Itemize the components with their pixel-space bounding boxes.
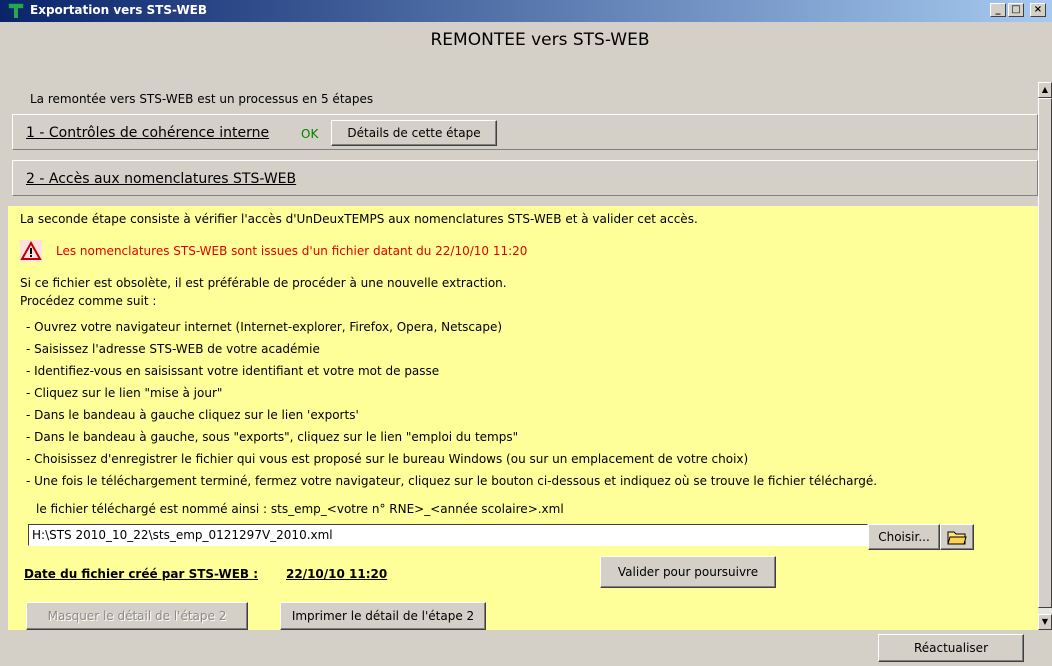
intro-text: La remontée vers STS-WEB est un processu… (30, 92, 374, 106)
procedure-heading: Procédez comme suit : (20, 294, 157, 308)
instruction-item: - Saisissez l'adresse STS-WEB de votre a… (26, 342, 320, 356)
description-text: La seconde étape consiste à vérifier l'a… (20, 212, 698, 226)
open-folder-button[interactable] (940, 524, 974, 550)
instruction-item: - Une fois le téléchargement terminé, fe… (26, 474, 878, 488)
validate-button[interactable]: Valider pour poursuivre (600, 556, 776, 588)
step1-label[interactable]: 1 - Contrôles de cohérence interne (26, 125, 269, 141)
instruction-item: - Ouvrez votre navigateur internet (Inte… (26, 320, 503, 334)
warning-icon (20, 240, 42, 262)
window-title: Exportation vers STS-WEB (30, 3, 208, 17)
folder-icon (947, 531, 967, 545)
step1-header[interactable]: 1 - Contrôles de cohérence interne OK Dé… (12, 114, 1038, 150)
scroll-down-icon[interactable]: ▼ (1038, 614, 1052, 630)
instruction-item: - Dans le bandeau à gauche cliquez sur l… (26, 408, 359, 422)
step1-status: OK (301, 127, 319, 141)
scrollbar-thumb[interactable] (1038, 98, 1052, 608)
step1-details-button[interactable]: Détails de cette étape (331, 120, 497, 146)
minimize-button[interactable]: _ (990, 3, 1006, 17)
warning-message: Les nomenclatures STS-WEB sont issues d'… (56, 244, 528, 258)
date-value: 22/10/10 11:20 (286, 567, 388, 581)
date-label: Date du fichier créé par STS-WEB : (24, 567, 259, 581)
app-icon (8, 3, 24, 18)
page-title: REMONTEE vers STS-WEB (430, 30, 650, 50)
step2-content: La seconde étape consiste à vérifier l'a… (8, 206, 1042, 630)
maximize-button[interactable]: □ (1008, 3, 1024, 17)
refresh-button[interactable]: Réactualiser (878, 634, 1024, 662)
instruction-item: - Identifiez-vous en saisissant votre id… (26, 364, 440, 378)
choose-file-button[interactable]: Choisir... (868, 524, 940, 550)
title-bar: Exportation vers STS-WEB _ □ × (0, 0, 1052, 22)
instruction-item: - Cliquez sur le lien "mise à jour" (26, 386, 223, 400)
vertical-scrollbar[interactable]: ▲ ▼ (1038, 82, 1052, 630)
file-path-input[interactable] (28, 524, 868, 546)
instruction-item: - Choisissez d'enregistrer le fichier qu… (26, 452, 749, 466)
filename-hint: le fichier téléchargé est nommé ainsi : … (36, 502, 564, 516)
hide-details-button[interactable]: Masquer le détail de l'étape 2 (26, 602, 248, 630)
instruction-item: - Dans le bandeau à gauche, sous "export… (26, 430, 519, 444)
scroll-up-icon[interactable]: ▲ (1038, 82, 1052, 98)
close-button[interactable]: × (1030, 3, 1046, 17)
step2-label[interactable]: 2 - Accès aux nomenclatures STS-WEB (26, 171, 296, 187)
step2-header[interactable]: 2 - Accès aux nomenclatures STS-WEB (12, 160, 1038, 196)
print-details-button[interactable]: Imprimer le détail de l'étape 2 (280, 602, 486, 630)
obsolete-text: Si ce fichier est obsolète, il est préfé… (20, 276, 507, 290)
